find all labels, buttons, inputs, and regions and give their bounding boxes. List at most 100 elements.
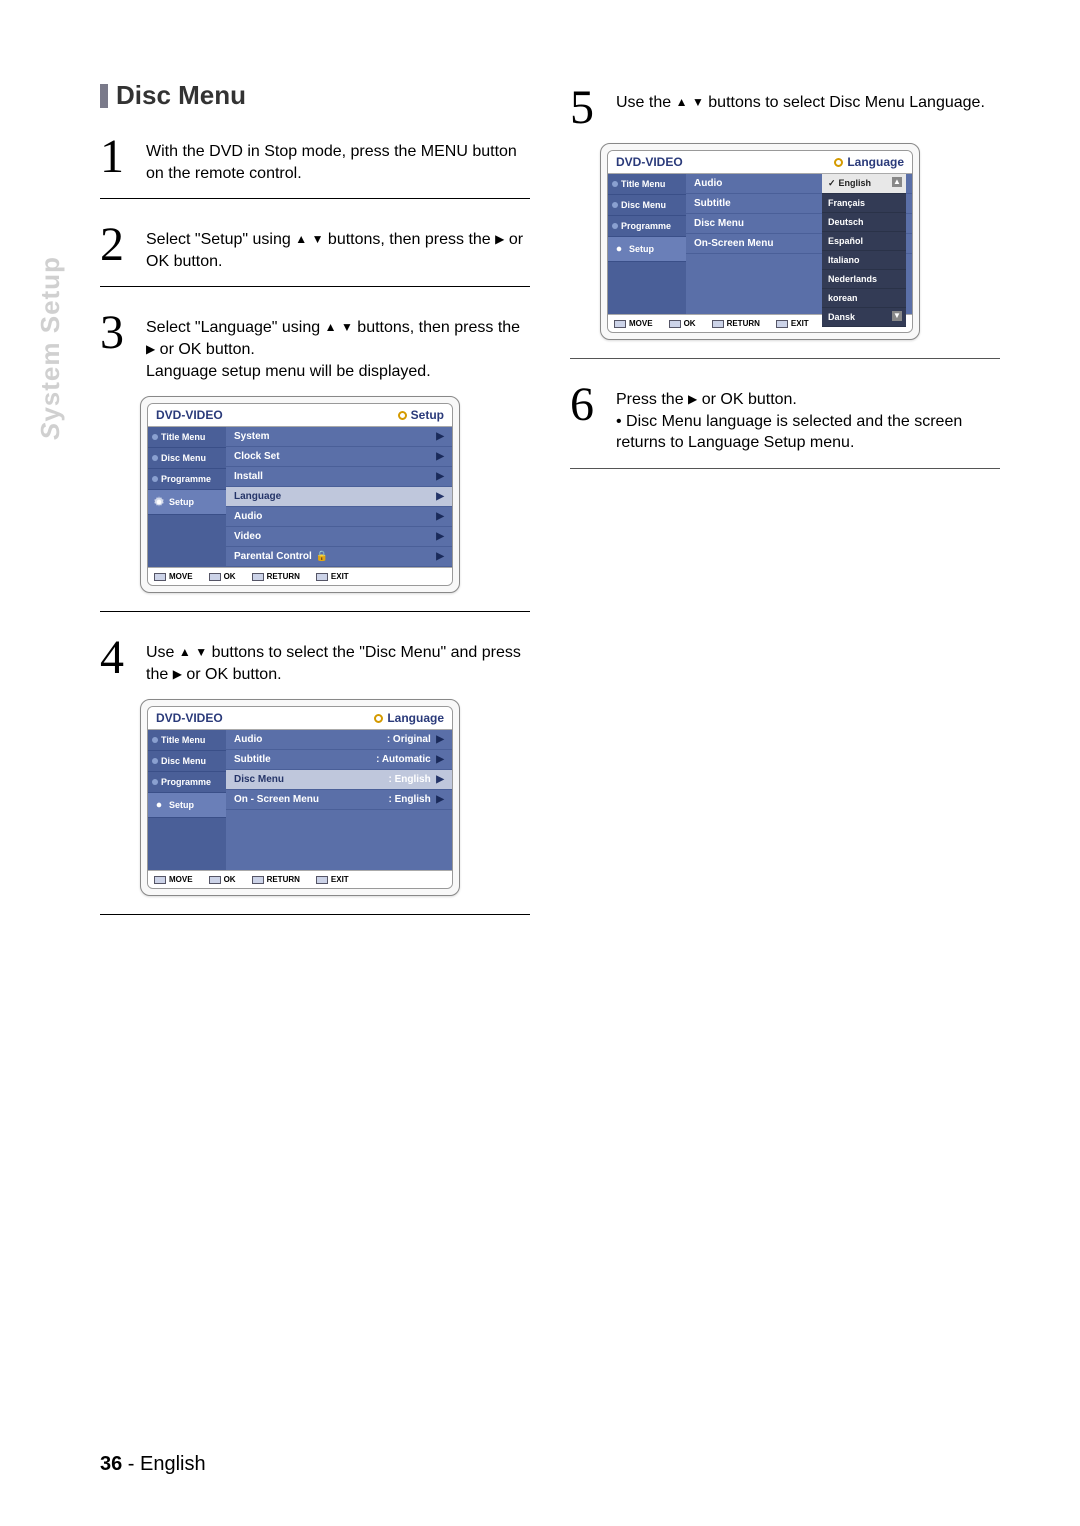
osd-lang-option: Français bbox=[822, 194, 906, 213]
right-triangle-icon: ▶ bbox=[688, 391, 697, 407]
down-triangle-icon: ▼ bbox=[195, 644, 207, 660]
osd-breadcrumb: Setup bbox=[398, 408, 444, 422]
osd-row: Subtitle: Automatic ▶ bbox=[226, 750, 452, 770]
osd-lang-option: Nederlands bbox=[822, 270, 906, 289]
osd-lang-option-selected: English▲ bbox=[822, 174, 906, 194]
osd-breadcrumb: Language bbox=[374, 711, 444, 725]
right-arrow-icon: ▶ bbox=[436, 734, 444, 745]
up-triangle-icon: ▲ bbox=[295, 231, 307, 247]
osd-foot-ok: OK bbox=[209, 875, 236, 884]
divider bbox=[570, 358, 1000, 359]
step-6-text: Press the ▶ or OK button. • Disc Menu la… bbox=[616, 383, 1000, 454]
ring-icon bbox=[374, 714, 383, 723]
step-number: 1 bbox=[100, 135, 134, 178]
osd-side-item: Programme bbox=[608, 216, 686, 237]
osd-foot-move: MOVE bbox=[614, 319, 653, 328]
step-3-text: Select "Language" using ▲ ▼ buttons, the… bbox=[146, 311, 530, 382]
step-number: 3 bbox=[100, 311, 134, 354]
osd-lang-option: Español bbox=[822, 232, 906, 251]
osd-row-selected: Disc Menu: English ▶ bbox=[226, 770, 452, 790]
step-number: 2 bbox=[100, 223, 134, 266]
page-number: 36 - English bbox=[100, 1453, 206, 1476]
osd-breadcrumb: Language bbox=[834, 155, 904, 169]
divider bbox=[100, 286, 530, 287]
right-triangle-icon: ▶ bbox=[495, 231, 504, 247]
ring-icon bbox=[398, 411, 407, 420]
up-triangle-icon: ▲ bbox=[325, 319, 337, 335]
ring-icon bbox=[834, 158, 843, 167]
osd-sidebar: Title Menu Disc Menu Programme Setup bbox=[608, 174, 686, 314]
osd-side-item: Disc Menu bbox=[148, 751, 226, 772]
osd-device-label: DVD-VIDEO bbox=[156, 711, 223, 725]
gear-icon bbox=[612, 242, 626, 256]
osd-foot-move: MOVE bbox=[154, 572, 193, 581]
osd-footer: MOVE OK RETURN EXIT bbox=[148, 567, 452, 585]
title-accent-bar bbox=[100, 84, 108, 108]
down-triangle-icon: ▼ bbox=[312, 231, 324, 247]
step-number: 4 bbox=[100, 636, 134, 679]
right-triangle-icon: ▶ bbox=[146, 341, 155, 357]
osd-foot-exit: EXIT bbox=[316, 875, 349, 884]
step-number: 5 bbox=[570, 86, 604, 129]
osd-row: Audio: Original ▶ bbox=[226, 730, 452, 750]
osd-foot-return: RETURN bbox=[252, 572, 300, 581]
osd-device-label: DVD-VIDEO bbox=[616, 155, 683, 169]
osd-lang-option: korean bbox=[822, 289, 906, 308]
right-arrow-icon: ▶ bbox=[436, 551, 444, 562]
section-side-label: SSystem Setupystem Setup bbox=[35, 256, 66, 440]
osd-row: Audio▶ bbox=[226, 507, 452, 527]
osd-language-dropdown: English▲ Français Deutsch Español Italia… bbox=[822, 174, 906, 327]
osd-row: On - Screen Menu: English ▶ bbox=[226, 790, 452, 810]
osd-side-item-setup: Setup bbox=[148, 490, 226, 515]
osd-side-item: Programme bbox=[148, 469, 226, 490]
osd-lang-option: Dansk▼ bbox=[822, 308, 906, 327]
osd-foot-exit: EXIT bbox=[776, 319, 809, 328]
step-4-text: Use ▲ ▼ buttons to select the "Disc Menu… bbox=[146, 636, 530, 685]
right-arrow-icon: ▶ bbox=[436, 511, 444, 522]
step-5-text: Use the ▲ ▼ buttons to select Disc Menu … bbox=[616, 86, 985, 114]
osd-foot-return: RETURN bbox=[252, 875, 300, 884]
right-arrow-icon: ▶ bbox=[436, 431, 444, 442]
step-number: 6 bbox=[570, 383, 604, 426]
step-1-text: With the DVD in Stop mode, press the MEN… bbox=[146, 135, 530, 184]
osd-row: Parental Control🔒▶ bbox=[226, 547, 452, 567]
gear-icon bbox=[152, 798, 166, 812]
scroll-down-icon: ▼ bbox=[892, 311, 902, 321]
osd-side-item: Title Menu bbox=[148, 730, 226, 751]
right-arrow-icon: ▶ bbox=[436, 451, 444, 462]
osd-main-list: System▶ Clock Set▶ Install▶ Language▶ Au… bbox=[226, 427, 452, 567]
osd-sidebar: Title Menu Disc Menu Programme Setup bbox=[148, 427, 226, 567]
osd-row: Video▶ bbox=[226, 527, 452, 547]
osd-main-list: Audio: Original ▶ Subtitle: Automatic ▶ … bbox=[226, 730, 452, 870]
osd-side-item: Disc Menu bbox=[608, 195, 686, 216]
right-arrow-icon: ▶ bbox=[436, 531, 444, 542]
osd-setup-menu: DVD-VIDEO Setup Title Menu Disc Menu Pro… bbox=[140, 396, 460, 593]
osd-side-item: Title Menu bbox=[148, 427, 226, 448]
osd-footer: MOVE OK RETURN EXIT bbox=[148, 870, 452, 888]
osd-lang-option: Italiano bbox=[822, 251, 906, 270]
right-arrow-icon: ▶ bbox=[436, 774, 444, 785]
osd-row-selected: Language▶ bbox=[226, 487, 452, 507]
right-arrow-icon: ▶ bbox=[436, 794, 444, 805]
osd-foot-move: MOVE bbox=[154, 875, 193, 884]
osd-side-item: Programme bbox=[148, 772, 226, 793]
osd-row: Clock Set▶ bbox=[226, 447, 452, 467]
down-triangle-icon: ▼ bbox=[692, 94, 704, 110]
osd-side-item: Title Menu bbox=[608, 174, 686, 195]
gear-icon bbox=[152, 495, 166, 509]
osd-foot-ok: OK bbox=[209, 572, 236, 581]
osd-device-label: DVD-VIDEO bbox=[156, 408, 223, 422]
osd-sidebar: Title Menu Disc Menu Programme Setup bbox=[148, 730, 226, 870]
divider bbox=[100, 611, 530, 612]
right-triangle-icon: ▶ bbox=[173, 666, 182, 682]
osd-foot-exit: EXIT bbox=[316, 572, 349, 581]
step-2-text: Select "Setup" using ▲ ▼ buttons, then p… bbox=[146, 223, 530, 272]
divider bbox=[570, 468, 1000, 469]
osd-row: Install▶ bbox=[226, 467, 452, 487]
osd-language-select: DVD-VIDEO Language Title Menu Disc Menu … bbox=[600, 143, 920, 340]
osd-language-menu: DVD-VIDEO Language Title Menu Disc Menu … bbox=[140, 699, 460, 896]
osd-lang-option: Deutsch bbox=[822, 213, 906, 232]
osd-side-item-setup: Setup bbox=[148, 793, 226, 818]
up-triangle-icon: ▲ bbox=[676, 94, 688, 110]
right-arrow-icon: ▶ bbox=[436, 754, 444, 765]
